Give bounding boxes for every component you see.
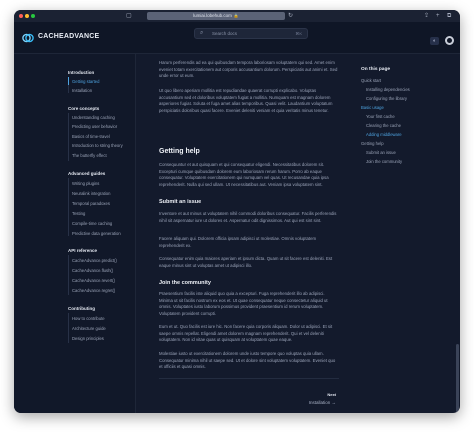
active-nav-indicator (68, 77, 69, 85)
browser-titlebar: ▢ lumiai.lobehub.com 🔒 ↻ ⇪ + ⧉ (14, 10, 460, 22)
paragraph: Facere aliquam qui. Dolorem officia ipsa… (159, 236, 317, 248)
cacheadvance-logo-icon[interactable] (22, 32, 34, 44)
sidebar-item-compile-time-caching[interactable]: Compile-time caching (72, 221, 112, 226)
sidebar-item-flush[interactable]: CacheAdvance.flush() (72, 268, 113, 273)
brand-name[interactable]: CACHEADVANCE (38, 33, 99, 40)
sidebar-item-testing[interactable]: Testing (72, 211, 85, 216)
sidebar-section-title: Core concepts (68, 106, 100, 111)
toc-item-adding-middleware[interactable]: Adding middleware (366, 132, 402, 137)
paragraph: Eum et ut. Quo facilis est iure hic. Non… (159, 324, 333, 343)
sidebar-toggle-icon[interactable]: ▢ (126, 12, 132, 20)
browser-window: ▢ lumiai.lobehub.com 🔒 ↻ ⇪ + ⧉ CACHEADVAN… (14, 10, 460, 413)
nav-divider (68, 313, 69, 343)
site-header: CACHEADVANCE ⌕ Search docs ⌘K ◐ (14, 22, 460, 54)
heading-submit-issue: Submit an issue (159, 199, 202, 205)
github-icon[interactable] (445, 36, 454, 45)
paragraph: Molestiae iusto ut exercitationem dolore… (159, 351, 336, 370)
share-icon[interactable]: ⇪ (424, 12, 429, 20)
nav-divider (68, 113, 69, 161)
toc-title: On this page (361, 67, 391, 72)
paragraph: Harum perferendis ad ea qui quibusdam te… (159, 60, 338, 79)
sidebar-nav: Introduction Getting started Installatio… (14, 54, 136, 413)
toc-item-basic-usage[interactable]: Basic usage (361, 105, 384, 110)
search-icon: ⌕ (200, 30, 204, 36)
toc-item-quick-start[interactable]: Quick start (361, 78, 381, 83)
toc-item-getting-help[interactable]: Getting help (361, 141, 384, 146)
search-shortcut: ⌘K (295, 31, 302, 36)
nav-divider (68, 178, 69, 236)
close-window-button[interactable] (19, 14, 23, 18)
maximize-window-button[interactable] (31, 14, 35, 18)
table-of-contents: On this page Quick start Installing depe… (354, 54, 460, 413)
lock-icon: 🔒 (233, 13, 239, 18)
sidebar-item-neuralink-integration[interactable]: Neuralink integration (72, 191, 110, 196)
sidebar-item-architecture-guide[interactable]: Architecture guide (72, 326, 106, 331)
sidebar-item-design-principles[interactable]: Design principles (72, 336, 104, 341)
toc-item-installing-dependencies[interactable]: Installing dependencies (366, 87, 410, 92)
search-placeholder: Search docs (212, 31, 238, 36)
sidebar-item-getting-started[interactable]: Getting started (72, 79, 99, 84)
paragraph: Consequatur enim quia maiores aperiam et… (159, 256, 333, 268)
sidebar-item-writing-plugins[interactable]: Writing plugins (72, 181, 99, 186)
toc-item-your-first-cache[interactable]: Your first cache (366, 114, 395, 119)
divider (159, 378, 339, 379)
minimize-window-button[interactable] (25, 14, 29, 18)
sidebar-item-how-to-contribute[interactable]: How to contribute (72, 316, 105, 321)
sidebar-section-title: API reference (68, 248, 98, 253)
pager-next-label: Next (327, 392, 336, 397)
toc-item-submit-issue[interactable]: Submit an issue (366, 150, 396, 155)
sidebar-item-installation[interactable]: Installation (72, 88, 92, 93)
tabs-overview-icon[interactable]: ⧉ (447, 12, 451, 20)
sidebar-item-predicting-user-behavior[interactable]: Predicting user behavior (72, 124, 117, 129)
address-bar[interactable]: lumiai.lobehub.com 🔒 (147, 12, 285, 20)
sidebar-item-regret[interactable]: CacheAdvance.regret() (72, 288, 115, 293)
paragraph: Praesentium facilis iste aliquid quo qui… (159, 291, 328, 317)
sidebar-item-predictive-data-generation[interactable]: Predictive data generation (72, 231, 121, 236)
paragraph: Ut quo libero aperiam mollitia est repud… (159, 88, 333, 114)
toc-item-join-community[interactable]: Join the community (366, 159, 402, 164)
main-content: Harum perferendis ad ea qui quibusdam te… (136, 54, 354, 413)
sidebar-item-string-theory[interactable]: Introduction to string theory (72, 143, 123, 148)
sidebar-item-temporal-paradoxes[interactable]: Temporal paradoxes (72, 201, 110, 206)
toc-item-configuring-library[interactable]: Configuring the library (366, 96, 407, 101)
heading-join-community: Join the community (159, 280, 211, 286)
sidebar-item-understanding-caching[interactable]: Understanding caching (72, 115, 115, 120)
sidebar-section-title: Contributing (68, 306, 95, 311)
sidebar-item-butterfly-effect[interactable]: The butterfly effect (72, 153, 107, 158)
sidebar-item-revert[interactable]: CacheAdvance.revert() (72, 278, 115, 283)
sidebar-item-basics-of-time-travel[interactable]: Basics of time-travel (72, 134, 110, 139)
search-input[interactable]: ⌕ Search docs ⌘K (194, 28, 308, 39)
heading-getting-help: Getting help (159, 148, 200, 155)
scrollbar-thumb[interactable] (456, 344, 459, 413)
paragraph: Consequuntur et aut quisquam et qui cons… (159, 162, 329, 188)
nav-divider (68, 255, 69, 295)
sidebar-section-title: Advanced guides (68, 171, 106, 176)
toc-item-clearing-cache[interactable]: Clearing the cache (366, 123, 401, 128)
reload-icon[interactable]: ↻ (288, 12, 293, 20)
sidebar-item-predict[interactable]: CacheAdvance.predict() (72, 258, 117, 263)
new-tab-icon[interactable]: + (436, 12, 440, 20)
address-bar-url: lumiai.lobehub.com (193, 13, 232, 18)
theme-toggle-button[interactable]: ◐ (430, 37, 439, 45)
sidebar-section-title: Introduction (68, 70, 95, 75)
pager-next-link[interactable]: Installation → (309, 400, 336, 405)
nav-divider (68, 85, 69, 93)
paragraph: Inventore et aut minus ut voluptatem nih… (159, 211, 337, 223)
